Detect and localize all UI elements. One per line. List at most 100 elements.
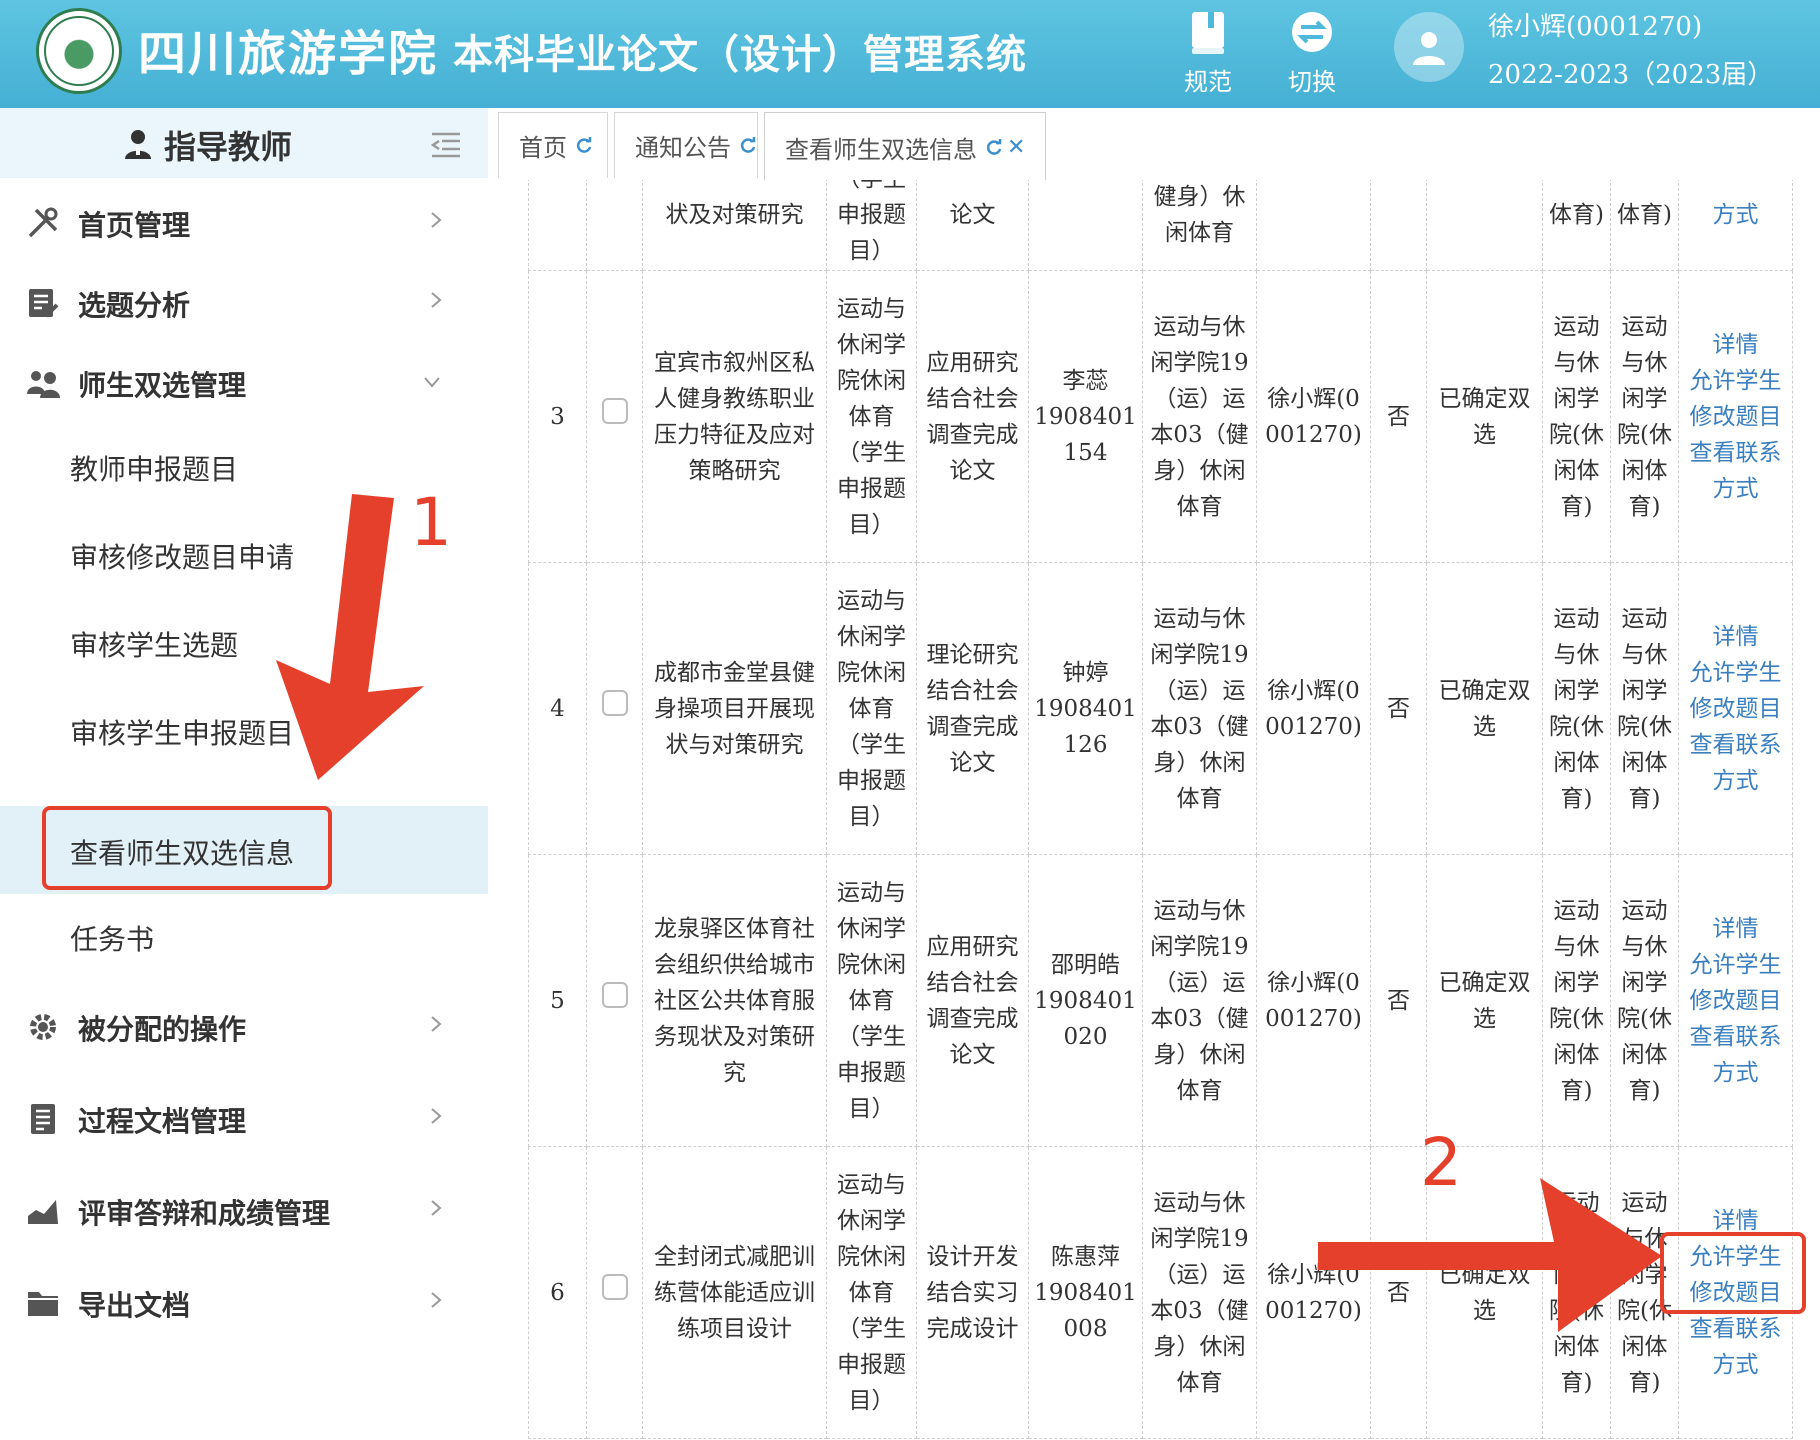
ops-cell: 方式 <box>1678 180 1793 271</box>
flag-cell: 否 <box>1370 562 1427 855</box>
dept-cell: 运动与休闲学院(休闲体育) <box>1542 562 1611 855</box>
table-row-partial: 状及对策研究 （学生申报题目） 论文 健身）休闲体育 体育) 体育) 方式 <box>528 180 1793 271</box>
highlight-box-sidebar <box>42 806 332 890</box>
sidebar-item-task-book[interactable]: 任务书 <box>0 896 488 976</box>
menu-process-docs[interactable]: 过程文档管理 <box>0 1080 488 1160</box>
flag-cell: 否 <box>1370 1146 1427 1439</box>
detail-link[interactable]: 详情 <box>1683 911 1788 947</box>
status-cell: 已确定双选 <box>1426 562 1543 855</box>
menu-export-docs[interactable]: 导出文档 <box>0 1264 488 1344</box>
teacher-cell: 徐小辉(0001270) <box>1256 270 1371 563</box>
menu-home-management[interactable]: 首页管理 <box>0 184 488 264</box>
menu-label: 师生双选管理 <box>78 369 247 402</box>
chevron-right-icon <box>431 1200 442 1216</box>
menu-review-defense-grades[interactable]: 评审答辩和成绩管理 <box>0 1172 488 1252</box>
topic-type-cell: 应用研究结合社会调查完成论文 <box>916 270 1029 563</box>
detail-link[interactable]: 详情 <box>1683 619 1788 655</box>
ops-cell: 详情 允许学生修改题目 查看联系方式 <box>1678 270 1793 563</box>
chevron-right-icon <box>431 292 442 308</box>
allow-edit-link[interactable]: 允许学生修改题目 <box>1683 655 1788 727</box>
contact-link[interactable]: 查看联系方式 <box>1683 435 1788 507</box>
switch-icon <box>1290 10 1334 56</box>
tab-home[interactable]: 首页 <box>498 112 608 178</box>
sidebar: 指导教师 首页管理 选题分析 师生双选管理 教师申报题目 审核修改题目申请 审核… <box>0 108 488 1440</box>
academic-term: 2022-2023（2023届） <box>1488 60 1774 90</box>
topic-type-cell: 理论研究结合社会调查完成论文 <box>916 562 1029 855</box>
school-logo-icon <box>36 8 122 94</box>
chevron-down-icon <box>424 377 440 388</box>
refresh-icon[interactable] <box>739 136 757 155</box>
book-icon <box>1186 10 1230 56</box>
refresh-icon[interactable] <box>575 136 593 155</box>
status-cell: 已确定双选 <box>1426 270 1543 563</box>
row-checkbox[interactable] <box>601 1274 628 1300</box>
teacher-cell: 徐小辉(0001270) <box>1256 562 1371 855</box>
standard-button[interactable]: 规范 <box>1168 10 1248 97</box>
table-row: 5 龙泉驿区体育社会组织供给城市社区公共体育服务现状及对策研究 运动与休闲学院休闲体… <box>528 854 1793 1147</box>
topic-source-cell: 运动与休闲学院休闲体育（学生申报题目） <box>826 270 917 563</box>
class-cell: 运动与休闲学院19（运）运本03（健身）休闲体育 <box>1142 1146 1257 1439</box>
contact-link[interactable]: 方式 <box>1683 197 1788 233</box>
topic-title-cell: 龙泉驿区体育社会组织供给城市社区公共体育服务现状及对策研究 <box>642 854 827 1147</box>
topic-source-cell: 运动与休闲学院休闲体育（学生申报题目） <box>826 1146 917 1439</box>
detail-link[interactable]: 详情 <box>1683 327 1788 363</box>
switch-button[interactable]: 切换 <box>1272 10 1352 97</box>
student-name: 李蕊 <box>1062 367 1109 394</box>
topic-type-cell: 应用研究结合社会调查完成论文 <box>916 854 1029 1147</box>
topic-title-cell: 宜宾市叙州区私人健身教练职业压力特征及应对策略研究 <box>642 270 827 563</box>
allow-edit-link[interactable]: 允许学生修改题目 <box>1683 363 1788 435</box>
close-icon[interactable]: ✕ <box>1007 135 1025 160</box>
row-number-cell: 6 <box>528 1146 587 1439</box>
row-checkbox[interactable] <box>601 982 628 1008</box>
collapse-menu-icon[interactable] <box>430 130 462 160</box>
contact-link[interactable]: 查看联系方式 <box>1683 1019 1788 1091</box>
student-cell: 李蕊 1908401154 <box>1028 270 1143 563</box>
student-id: 1908401154 <box>1034 403 1137 466</box>
allow-edit-link[interactable]: 允许学生修改题目 <box>1683 947 1788 1019</box>
row-checkbox[interactable] <box>601 690 628 716</box>
avatar[interactable] <box>1394 12 1464 82</box>
menu-dual-selection[interactable]: 师生双选管理 <box>0 344 488 424</box>
dept-cell: 运动与休闲学院(休闲体育) <box>1542 1146 1611 1439</box>
refresh-icon[interactable] <box>985 138 1003 157</box>
annotation-number-1: 1 <box>410 484 452 561</box>
tab-label: 通知公告 <box>635 134 731 162</box>
submenu-label: 教师申报题目 <box>70 453 239 486</box>
student-name: 陈惠萍 <box>1051 1243 1120 1270</box>
dept-cell: 体育) <box>1542 180 1611 271</box>
table-row: 6 全封闭式减肥训练营体能适应训练项目设计 运动与休闲学院休闲体育（学生申报题目）设… <box>528 1146 1793 1439</box>
tab-label: 首页 <box>519 134 567 162</box>
edit-doc-icon <box>29 289 59 318</box>
menu-label: 过程文档管理 <box>78 1105 247 1138</box>
student-id: 1908401020 <box>1034 987 1137 1050</box>
topic-title-cell: 成都市金堂县健身操项目开展现状与对策研究 <box>642 562 827 855</box>
highlight-box-allow-edit <box>1660 1232 1806 1314</box>
menu-assigned-operations[interactable]: 被分配的操作 <box>0 988 488 1068</box>
menu-topic-analysis[interactable]: 选题分析 <box>0 264 488 344</box>
system-title: 本科毕业论文（设计）管理系统 <box>453 31 1027 78</box>
school-name: 四川旅游学院 <box>138 26 439 82</box>
chevron-right-icon <box>431 1108 442 1124</box>
user-name: 徐小辉(0001270) <box>1488 12 1703 42</box>
checkbox-cell <box>586 270 643 563</box>
sidebar-item-review-student-topics[interactable]: 审核学生申报题目 <box>0 690 488 770</box>
sidebar-item-review-student-selection[interactable]: 审核学生选题 <box>0 602 488 682</box>
folder-icon <box>28 1292 58 1316</box>
dept-cell: 运动与休闲学院(休闲体育) <box>1610 562 1679 855</box>
dual-selection-table-panel: 状及对策研究 （学生申报题目） 论文 健身）休闲体育 体育) 体育) 方式 3宜… <box>488 180 1820 1440</box>
tab-notices[interactable]: 通知公告 <box>614 112 758 178</box>
contact-link[interactable]: 查看联系方式 <box>1683 727 1788 799</box>
contact-link[interactable]: 查看联系方式 <box>1683 1311 1788 1383</box>
dual-selection-table: 状及对策研究 （学生申报题目） 论文 健身）休闲体育 体育) 体育) 方式 3宜… <box>528 180 1793 1439</box>
student-name: 邵明皓 <box>1051 951 1120 978</box>
student-name: 钟婷 <box>1062 659 1109 686</box>
teacher-cell: 徐小辉(0001270) <box>1256 1146 1371 1439</box>
class-cell: 运动与休闲学院19（运）运本03（健身）休闲体育 <box>1142 562 1257 855</box>
tab-view-dual-selection[interactable]: 查看师生双选信息 ✕ <box>764 112 1046 182</box>
role-title: 指导教师 <box>164 128 293 166</box>
row-checkbox[interactable] <box>601 398 628 424</box>
flag-cell: 否 <box>1370 854 1427 1147</box>
menu-label: 导出文档 <box>78 1289 191 1322</box>
checkbox-cell <box>586 1146 643 1439</box>
menu-label: 评审答辩和成绩管理 <box>78 1197 331 1230</box>
